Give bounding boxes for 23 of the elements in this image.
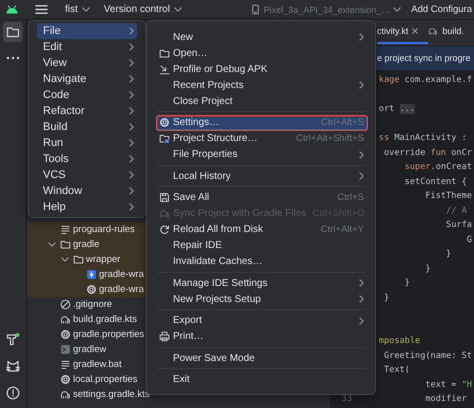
code-line: } bbox=[424, 264, 431, 274]
shortcut-text: Ctrl+S bbox=[337, 192, 364, 203]
code-line: // A bbox=[445, 206, 467, 216]
code-line: } bbox=[382, 292, 390, 303]
code-line: Text( bbox=[382, 365, 410, 376]
code-line: Greeting(name: St bbox=[382, 350, 472, 361]
code-line: ss MainActivity : bbox=[378, 133, 467, 144]
code-line: } bbox=[404, 278, 410, 288]
code-line: override fun onCr bbox=[382, 148, 472, 158]
shortcut-text: Ctrl+Alt+Shift+S bbox=[296, 133, 364, 144]
code-line: } bbox=[445, 249, 452, 260]
code-line: setContent { bbox=[404, 176, 467, 187]
code-line: ort ... bbox=[378, 104, 416, 114]
code-line: G bbox=[466, 234, 472, 245]
code-line: super.onCreat bbox=[404, 162, 472, 172]
code-line: mposable bbox=[378, 336, 420, 346]
shortcut-text: Ctrl+Alt+Y bbox=[320, 224, 364, 235]
code-line: text = "H bbox=[424, 380, 472, 390]
code-line: kage com.example.f bbox=[378, 75, 472, 86]
code-line: modifier bbox=[424, 394, 467, 404]
code-line: Surfa bbox=[445, 220, 472, 230]
code-line: FistTheme bbox=[424, 191, 472, 202]
shortcut-text: Ctrl+Alt+S bbox=[320, 117, 364, 128]
